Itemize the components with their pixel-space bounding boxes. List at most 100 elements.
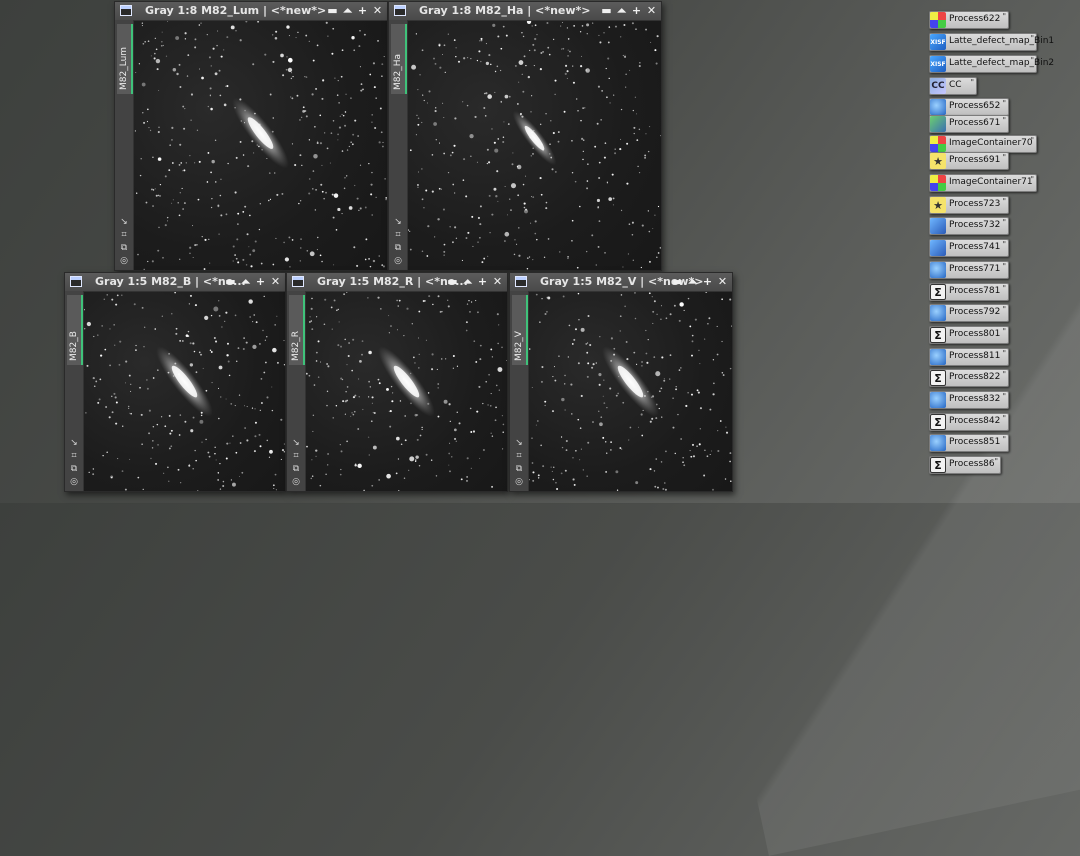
process-icon-cc[interactable]: CC CC ": [929, 77, 977, 95]
process-icon-imagecontainer71[interactable]: ImageContainer71 ": [929, 174, 1037, 192]
resize-icon[interactable]: ↘: [392, 218, 404, 227]
view-tab[interactable]: M82_Ha: [391, 24, 407, 94]
process-icon-process822[interactable]: Σ Process822 ": [929, 369, 1009, 387]
green-icon: [930, 116, 946, 132]
view-tab-label: M82_V: [514, 331, 524, 361]
process-icon-latte_defect_map_bin1[interactable]: XISF Latte_defect_map_Bin1 ": [929, 33, 1054, 51]
resize-icon[interactable]: ↘: [118, 218, 130, 227]
window-icon: [394, 5, 406, 16]
process-icon-process842[interactable]: Σ Process842 ": [929, 413, 1009, 431]
blue-icon: [930, 240, 946, 256]
target-icon[interactable]: ◎: [118, 257, 130, 266]
process-icon-latte_defect_map_bin2[interactable]: XISF Latte_defect_map_Bin2 ": [929, 55, 1054, 73]
target-icon[interactable]: ◎: [68, 478, 80, 487]
close-button[interactable]: ✕: [646, 3, 657, 18]
clone-icon[interactable]: ⧉: [513, 465, 525, 474]
globe-icon: [930, 305, 946, 321]
collapse-button[interactable]: ⏶: [616, 3, 627, 18]
close-button[interactable]: ✕: [372, 3, 383, 18]
process-icon-process652[interactable]: Process652 ": [929, 98, 1009, 116]
shade-button[interactable]: ▬: [601, 3, 612, 18]
collapse-button[interactable]: ⏶: [687, 274, 698, 289]
process-icon-process832[interactable]: Process832 ": [929, 391, 1009, 409]
collapse-button[interactable]: ⏶: [240, 274, 251, 289]
quote-mark-icon: ": [1030, 56, 1034, 65]
process-icon-process851[interactable]: Process851 ": [929, 434, 1009, 452]
view-side-bar: M82_R ↘ ⌗ ⧉ ◎: [287, 291, 306, 491]
clone-icon[interactable]: ⧉: [68, 465, 80, 474]
window-titlebar[interactable]: Gray 1:8 M82_Lum | <*new*> ▬ ⏶ + ✕: [115, 2, 387, 21]
process-icon-process741[interactable]: Process741 ": [929, 239, 1009, 257]
process-icon-label: Process792: [949, 307, 1001, 317]
collapse-button[interactable]: ⏶: [342, 3, 353, 18]
clone-icon[interactable]: ⧉: [290, 465, 302, 474]
process-icon-process781[interactable]: Σ Process781 ": [929, 283, 1009, 301]
image-view[interactable]: [306, 292, 507, 491]
target-icon[interactable]: ◎: [513, 478, 525, 487]
process-icon-process732[interactable]: Process732 ": [929, 217, 1009, 235]
process-icon-process801[interactable]: Σ Process801 ": [929, 326, 1009, 344]
process-icon-process671[interactable]: Process671 ": [929, 115, 1009, 133]
view-tab[interactable]: M82_Lum: [117, 24, 133, 94]
process-icon-label: Process832: [949, 394, 1001, 404]
process-icon-process811[interactable]: Process811 ": [929, 348, 1009, 366]
maximize-button[interactable]: +: [357, 3, 368, 18]
image-view[interactable]: [134, 21, 387, 270]
window-titlebar[interactable]: Gray 1:5 M82_V | <*new*> ▬ ⏶ + ✕: [510, 273, 732, 292]
collapse-button[interactable]: ⏶: [462, 274, 473, 289]
close-button[interactable]: ✕: [492, 274, 503, 289]
fit-icon[interactable]: ⌗: [68, 452, 80, 461]
clone-icon[interactable]: ⧉: [118, 244, 130, 253]
maximize-button[interactable]: +: [255, 274, 266, 289]
process-icon-process86[interactable]: Σ Process86 ": [929, 456, 1001, 474]
sigma-icon: Σ: [930, 284, 946, 300]
image-view[interactable]: [84, 292, 285, 491]
fit-icon[interactable]: ⌗: [513, 452, 525, 461]
window-titlebar[interactable]: Gray 1:5 M82_B | <*ne... ▬ ⏶ + ✕: [65, 273, 285, 292]
resize-icon[interactable]: ↘: [68, 439, 80, 448]
shade-button[interactable]: ▬: [225, 274, 236, 289]
view-tab[interactable]: M82_R: [289, 295, 305, 365]
window-titlebar[interactable]: Gray 1:5 M82_R | <*ne... ▬ ⏶ + ✕: [287, 273, 507, 292]
maximize-button[interactable]: +: [631, 3, 642, 18]
shade-button[interactable]: ▬: [327, 3, 338, 18]
fit-icon[interactable]: ⌗: [290, 452, 302, 461]
process-icon-process723[interactable]: ★ Process723 ": [929, 196, 1009, 214]
shade-button[interactable]: ▬: [447, 274, 458, 289]
process-icon-imagecontainer70[interactable]: ImageContainer70 ": [929, 135, 1037, 153]
process-icon-label: ImageContainer70: [949, 138, 1033, 148]
side-tools: ↘ ⌗ ⧉ ◎: [118, 218, 130, 266]
resize-icon[interactable]: ↘: [513, 439, 525, 448]
fit-icon[interactable]: ⌗: [392, 231, 404, 240]
quote-mark-icon: ": [1002, 284, 1006, 293]
process-icon-process771[interactable]: Process771 ": [929, 261, 1009, 279]
target-icon[interactable]: ◎: [392, 257, 404, 266]
window-icon: [515, 276, 527, 287]
target-icon[interactable]: ◎: [290, 478, 302, 487]
process-icon-process792[interactable]: Process792 ": [929, 304, 1009, 322]
close-button[interactable]: ✕: [717, 274, 728, 289]
image-window-m82-lum[interactable]: Gray 1:8 M82_Lum | <*new*> ▬ ⏶ + ✕ M82_Lum …: [114, 1, 388, 271]
image-window-m82-b[interactable]: Gray 1:5 M82_B | <*ne... ▬ ⏶ + ✕ M82_B ↘ ⌗ …: [64, 272, 286, 492]
close-button[interactable]: ✕: [270, 274, 281, 289]
process-icon-label: Process652: [949, 101, 1001, 111]
quote-mark-icon: ": [1002, 116, 1006, 125]
window-titlebar[interactable]: Gray 1:8 M82_Ha | <*new*> ▬ ⏶ + ✕: [389, 2, 661, 21]
process-icon-process691[interactable]: ★ Process691 ": [929, 152, 1009, 170]
view-tab[interactable]: M82_V: [512, 295, 528, 365]
shade-button[interactable]: ▬: [672, 274, 683, 289]
fit-icon[interactable]: ⌗: [118, 231, 130, 240]
quote-mark-icon: ": [1002, 305, 1006, 314]
process-icon-label: Process732: [949, 220, 1001, 230]
image-view[interactable]: [529, 292, 732, 491]
maximize-button[interactable]: +: [477, 274, 488, 289]
image-view[interactable]: [408, 21, 661, 270]
image-window-m82-r[interactable]: Gray 1:5 M82_R | <*ne... ▬ ⏶ + ✕ M82_R ↘ ⌗ …: [286, 272, 508, 492]
resize-icon[interactable]: ↘: [290, 439, 302, 448]
view-tab[interactable]: M82_B: [67, 295, 83, 365]
maximize-button[interactable]: +: [702, 274, 713, 289]
image-window-m82-v[interactable]: Gray 1:5 M82_V | <*new*> ▬ ⏶ + ✕ M82_V ↘ ⌗ …: [509, 272, 733, 492]
process-icon-process622[interactable]: Process622 ": [929, 11, 1009, 29]
clone-icon[interactable]: ⧉: [392, 244, 404, 253]
image-window-m82-ha[interactable]: Gray 1:8 M82_Ha | <*new*> ▬ ⏶ + ✕ M82_Ha ↘ …: [388, 1, 662, 271]
